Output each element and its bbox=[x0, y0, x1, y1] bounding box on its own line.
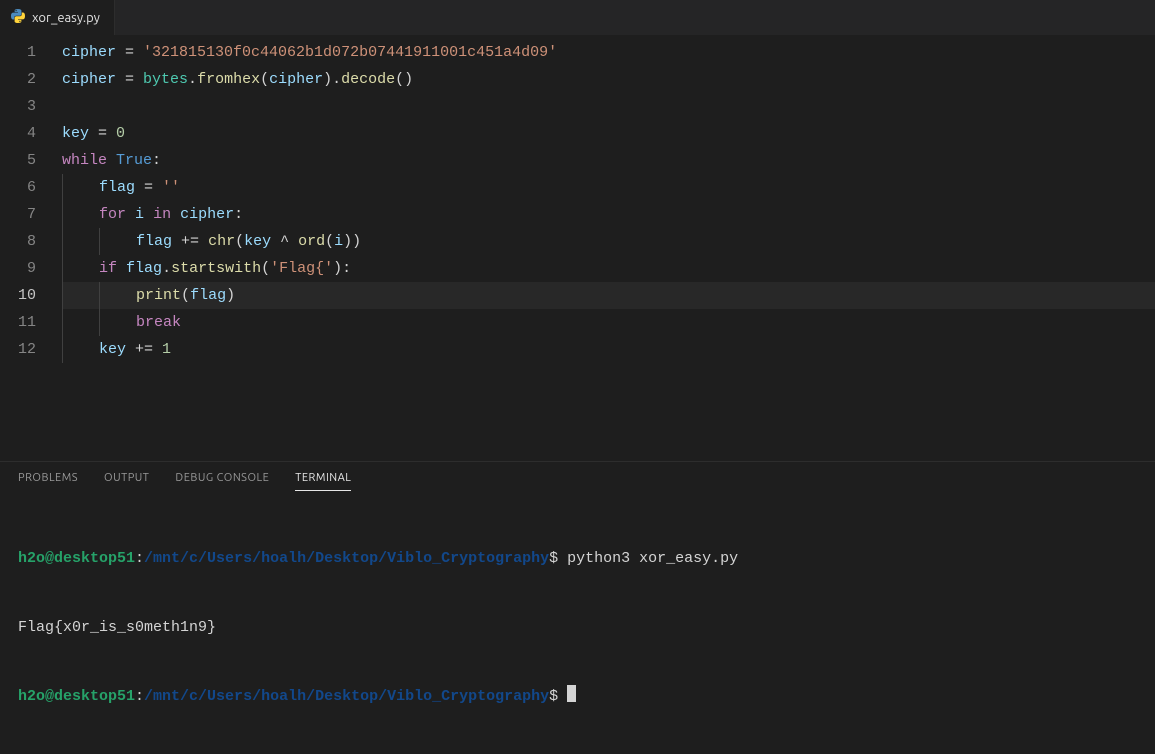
code-line-4[interactable]: key = 0 bbox=[62, 120, 1155, 147]
tab-problems[interactable]: PROBLEMS bbox=[18, 472, 78, 491]
tab-bar: xor_easy.py bbox=[0, 0, 1155, 35]
code-content[interactable]: cipher = '321815130f0c44062b1d072b074419… bbox=[62, 39, 1155, 363]
code-line-10[interactable]: print(flag) bbox=[62, 282, 1155, 309]
code-editor[interactable]: 1 2 3 4 5 6 7 8 9 10 11 12 cipher = '321… bbox=[0, 35, 1155, 363]
code-line-8[interactable]: flag += chr(key ^ ord(i)) bbox=[62, 228, 1155, 255]
code-line-3[interactable] bbox=[62, 93, 1155, 120]
code-line-12[interactable]: key += 1 bbox=[62, 336, 1155, 363]
code-line-6[interactable]: flag = '' bbox=[62, 174, 1155, 201]
code-line-5[interactable]: while True: bbox=[62, 147, 1155, 174]
terminal-line-3: h2o@desktop51:/mnt/c/Users/hoalh/Desktop… bbox=[18, 685, 1137, 708]
terminal[interactable]: h2o@desktop51:/mnt/c/Users/hoalh/Desktop… bbox=[0, 491, 1155, 754]
minimap[interactable] bbox=[1145, 35, 1155, 365]
tab-output[interactable]: OUTPUT bbox=[104, 472, 149, 491]
tab-debug-console[interactable]: DEBUG CONSOLE bbox=[175, 472, 269, 491]
tab-terminal[interactable]: TERMINAL bbox=[295, 472, 351, 491]
code-line-9[interactable]: if flag.startswith('Flag{'): bbox=[62, 255, 1155, 282]
python-file-icon bbox=[10, 8, 26, 27]
terminal-line-2: Flag{x0r_is_s0meth1n9} bbox=[18, 616, 1137, 639]
bottom-panel: PROBLEMS OUTPUT DEBUG CONSOLE TERMINAL h… bbox=[0, 461, 1155, 581]
terminal-cursor-icon bbox=[567, 685, 576, 702]
code-line-1[interactable]: cipher = '321815130f0c44062b1d072b074419… bbox=[62, 39, 1155, 66]
terminal-line-1: h2o@desktop51:/mnt/c/Users/hoalh/Desktop… bbox=[18, 547, 1137, 570]
code-line-7[interactable]: for i in cipher: bbox=[62, 201, 1155, 228]
code-line-2[interactable]: cipher = bytes.fromhex(cipher).decode() bbox=[62, 66, 1155, 93]
tab-file-name: xor_easy.py bbox=[32, 11, 100, 25]
editor-tab[interactable]: xor_easy.py bbox=[0, 0, 115, 35]
panel-tabs: PROBLEMS OUTPUT DEBUG CONSOLE TERMINAL bbox=[0, 462, 1155, 491]
code-line-11[interactable]: break bbox=[62, 309, 1155, 336]
line-number-gutter: 1 2 3 4 5 6 7 8 9 10 11 12 bbox=[0, 39, 62, 363]
